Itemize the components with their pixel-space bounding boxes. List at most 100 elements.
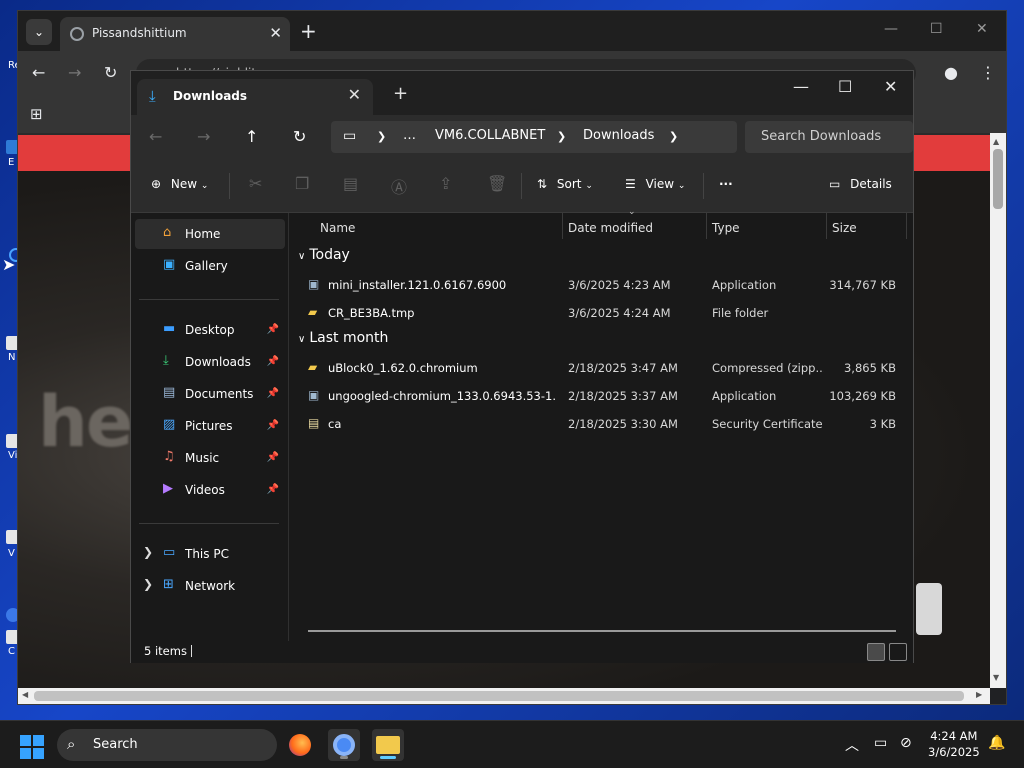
clock[interactable]: 4:24 AM 3/6/2025: [928, 728, 980, 760]
paste-icon[interactable]: ▤: [343, 174, 358, 193]
minimize-icon[interactable]: —: [793, 77, 809, 96]
file-explorer-taskbar-button[interactable]: [372, 729, 404, 761]
chevron-down-icon: ⌄: [677, 181, 686, 191]
scroll-up-icon[interactable]: ▲: [993, 137, 999, 146]
tiles-view-icon[interactable]: [889, 643, 907, 661]
apps-grid-icon[interactable]: ⊞: [30, 105, 43, 123]
sort-button[interactable]: ⇅ Sort ⌄: [537, 177, 593, 191]
view-button[interactable]: ☰ View ⌄: [625, 177, 685, 191]
nav-item-this-pc[interactable]: ❯ ▭ This PC: [135, 539, 285, 569]
back-icon[interactable]: ←: [32, 63, 45, 82]
tab-search-dropdown-icon[interactable]: ⌄: [26, 19, 52, 45]
desktop-icon-label[interactable]: C: [8, 646, 15, 657]
back-icon[interactable]: ←: [149, 127, 162, 146]
breadcrumb-overflow[interactable]: …: [403, 128, 416, 143]
list-item[interactable]: ▣ ungoogled-chromium_133.0.6943.53-1.1..…: [304, 383, 904, 409]
scroll-left-icon[interactable]: ◀: [22, 690, 28, 699]
taskbar-search[interactable]: ⌕ Search: [57, 729, 277, 761]
list-item[interactable]: ▣ mini_installer.121.0.6167.6900 3/6/202…: [304, 272, 904, 298]
profile-icon[interactable]: ●: [944, 63, 958, 82]
desktop-icon-label[interactable]: N: [8, 352, 15, 363]
breadcrumb-vm6[interactable]: VM6.COLLABNET: [435, 128, 545, 143]
nav-item-documents[interactable]: ▤ Documents 📌: [135, 379, 285, 409]
scroll-right-icon[interactable]: ▶: [976, 690, 982, 699]
notification-bell-icon[interactable]: 🔔: [988, 735, 1005, 751]
scroll-down-icon[interactable]: ▼: [993, 673, 999, 682]
forward-icon[interactable]: →: [197, 127, 210, 146]
more-options-button[interactable]: ···: [719, 177, 733, 191]
chevron-right-icon[interactable]: ❯: [143, 577, 153, 591]
gallery-icon: ▣: [163, 257, 176, 272]
chevron-right-icon[interactable]: ❯: [377, 130, 386, 143]
file-list[interactable]: Name ⌄ Date modified Type Size ∨ Today ▣ …: [290, 207, 913, 641]
page-horizontal-scrollbar[interactable]: ◀ ▶: [18, 688, 990, 704]
breadcrumb[interactable]: ▭ ❯ … VM6.COLLABNET ❯ Downloads ❯: [331, 121, 737, 153]
group-header-today[interactable]: ∨ Today: [298, 247, 350, 263]
forward-icon[interactable]: →: [68, 63, 81, 82]
column-divider[interactable]: [826, 213, 827, 239]
column-header-type[interactable]: Type: [712, 221, 740, 235]
firefox-taskbar-button[interactable]: [284, 729, 316, 761]
close-icon[interactable]: ✕: [976, 21, 988, 37]
close-tab-icon[interactable]: ✕: [348, 85, 361, 104]
column-divider[interactable]: [906, 213, 907, 239]
close-icon[interactable]: ✕: [884, 77, 897, 96]
search-input[interactable]: Search Downloads: [745, 121, 913, 153]
nav-item-pictures[interactable]: ▨ Pictures 📌: [135, 411, 285, 441]
refresh-icon[interactable]: ↻: [293, 127, 306, 146]
maximize-icon[interactable]: ☐: [930, 21, 943, 37]
reload-icon[interactable]: ↻: [104, 63, 117, 82]
desktop-icon-label[interactable]: E: [8, 157, 14, 168]
nav-item-home[interactable]: ⌂ Home: [135, 219, 285, 249]
column-header-name[interactable]: Name: [320, 221, 355, 235]
volume-icon[interactable]: ⊘: [900, 735, 912, 751]
explorer-tab[interactable]: ⤓ Downloads ✕: [137, 79, 373, 115]
breadcrumb-downloads[interactable]: Downloads: [583, 128, 654, 143]
chevron-up-icon[interactable]: ︿: [845, 735, 859, 755]
horizontal-scrollbar[interactable]: [308, 630, 896, 632]
start-button[interactable]: [20, 735, 44, 759]
delete-icon[interactable]: 🗑: [487, 174, 507, 193]
new-tab-button[interactable]: +: [393, 83, 408, 104]
maximize-icon[interactable]: ☐: [838, 77, 852, 96]
scrollbar-thumb[interactable]: [993, 149, 1003, 209]
group-header-last-month[interactable]: ∨ Last month: [298, 330, 388, 346]
list-item[interactable]: ▰ CR_BE3BA.tmp 3/6/2025 4:24 AM File fol…: [304, 300, 904, 326]
scrollbar-thumb[interactable]: [34, 691, 964, 701]
details-pane-button[interactable]: ▭ Details: [829, 177, 892, 191]
new-button[interactable]: ⊕ New ⌄: [151, 177, 208, 191]
chevron-right-icon[interactable]: ❯: [669, 130, 678, 143]
menu-icon[interactable]: ⋮: [980, 63, 996, 82]
up-icon[interactable]: ↑: [245, 127, 258, 146]
browser-tab[interactable]: Pissandshittium ✕: [60, 17, 290, 51]
nav-item-downloads[interactable]: ⤓ Downloads 📌: [135, 347, 285, 377]
nav-item-network[interactable]: ❯ ⊞ Network: [135, 571, 285, 601]
computer-icon[interactable]: ▭: [343, 128, 356, 144]
minimize-icon[interactable]: —: [884, 21, 898, 37]
list-item[interactable]: ▤ ca 2/18/2025 3:30 AM Security Certific…: [304, 411, 904, 437]
rename-icon[interactable]: Ⓐ: [391, 174, 407, 198]
close-tab-icon[interactable]: ✕: [269, 24, 282, 42]
share-icon[interactable]: ⇪: [439, 174, 452, 193]
copy-icon[interactable]: ❐: [295, 174, 309, 193]
chevron-right-icon[interactable]: ❯: [143, 545, 153, 559]
column-header-date[interactable]: Date modified: [568, 221, 653, 235]
column-divider[interactable]: [706, 213, 707, 239]
details-view-icon[interactable]: [867, 643, 885, 661]
file-explorer-window[interactable]: ⤓ Downloads ✕ + — ☐ ✕ ← → ↑ ↻ ▭ ❯ … VM6.…: [130, 70, 914, 663]
page-vertical-scrollbar[interactable]: ▲ ▼: [990, 133, 1006, 688]
nav-item-music[interactable]: ♫ Music 📌: [135, 443, 285, 473]
chromium-taskbar-button[interactable]: [328, 729, 360, 761]
new-tab-button[interactable]: +: [300, 19, 317, 43]
column-divider[interactable]: [562, 213, 563, 239]
nav-item-desktop[interactable]: ▬ Desktop 📌: [135, 315, 285, 345]
network-status-icon[interactable]: ▭: [874, 735, 887, 751]
list-item[interactable]: ▰ uBlock0_1.62.0.chromium 2/18/2025 3:47…: [304, 355, 904, 381]
desktop-icon-label[interactable]: V: [8, 548, 15, 559]
nav-item-gallery[interactable]: ▣ Gallery: [135, 251, 285, 281]
chevron-right-icon[interactable]: ❯: [557, 130, 566, 143]
column-header-size[interactable]: Size: [832, 221, 857, 235]
nav-item-videos[interactable]: ▶ Videos 📌: [135, 475, 285, 505]
cut-icon[interactable]: ✂: [249, 174, 262, 193]
page-side-button[interactable]: [916, 583, 942, 635]
